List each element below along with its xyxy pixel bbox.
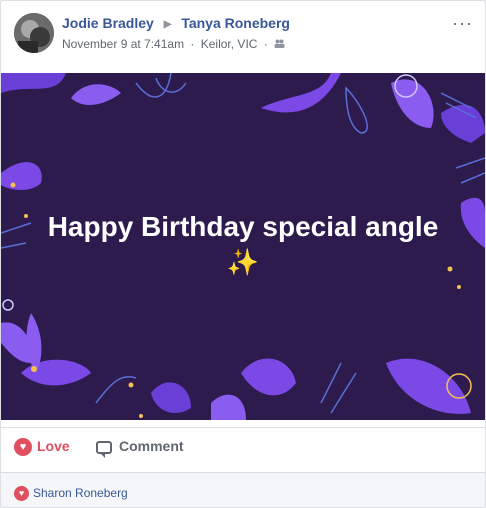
meta-separator: ·: [190, 37, 195, 51]
post-location[interactable]: Keilor, VIC: [201, 37, 258, 51]
love-label: Love: [37, 438, 70, 454]
sparkles-icon: ✨: [226, 247, 260, 277]
more-options-icon[interactable]: ···: [452, 13, 473, 34]
comment-icon: [96, 440, 112, 458]
post-image[interactable]: Happy Birthday special angle ✨: [1, 73, 485, 420]
post-date[interactable]: November 9 at 7:41am: [62, 37, 184, 51]
author-link[interactable]: Jodie Bradley: [62, 15, 154, 31]
reactions-bar: ♥ Sharon Roneberg: [1, 472, 485, 507]
meta-separator-2: ·: [263, 37, 268, 51]
friends-icon[interactable]: [274, 37, 285, 51]
arrow-right-icon: ▶: [163, 19, 172, 30]
comment-button[interactable]: Comment: [96, 438, 184, 458]
post-meta: November 9 at 7:41am · Keilor, VIC ·: [62, 37, 285, 51]
heart-reaction-icon[interactable]: ♥: [14, 486, 29, 501]
target-link[interactable]: Tanya Roneberg: [181, 15, 290, 31]
post-card: Jodie Bradley ▶ Tanya Roneberg November …: [0, 0, 486, 508]
love-button[interactable]: ♥ Love: [14, 438, 70, 457]
avatar[interactable]: [14, 13, 54, 53]
post-actions: ♥ Love Comment: [1, 427, 485, 468]
post-header: Jodie Bradley ▶ Tanya Roneberg November …: [1, 1, 485, 71]
birthday-headline: Happy Birthday special angle: [47, 211, 439, 242]
reactor-link[interactable]: Sharon Roneberg: [33, 486, 128, 500]
post-names: Jodie Bradley ▶ Tanya Roneberg: [62, 15, 290, 31]
comment-label: Comment: [119, 438, 184, 454]
heart-icon: ♥: [14, 438, 32, 457]
